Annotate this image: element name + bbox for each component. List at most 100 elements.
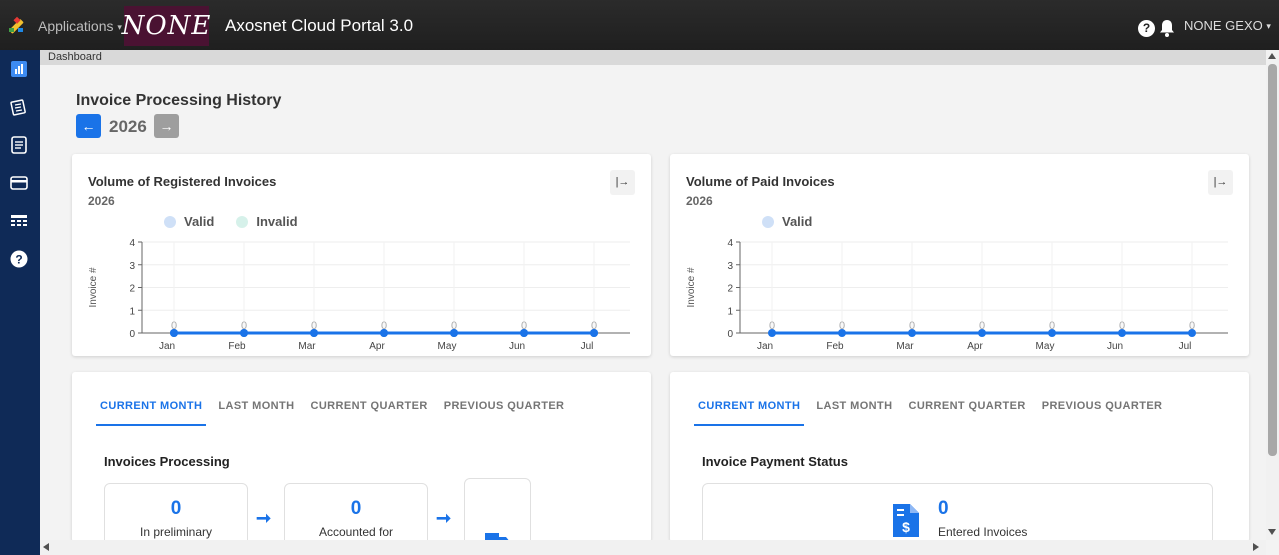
section-title: Invoices Processing xyxy=(104,454,230,469)
x-tick-label: Jan xyxy=(159,341,175,352)
invoices-processing-card: CURRENT MONTH LAST MONTH CURRENT QUARTER… xyxy=(72,372,651,542)
y-tick-label: 1 xyxy=(129,306,135,317)
data-label: 0 xyxy=(909,320,915,332)
paid-chart-svg: 0 1 2 3 4 Jan Feb Mar Apr May Jun Jul Invoice # 0 0 0 0 0… xyxy=(686,238,1228,352)
year-label: 2026 xyxy=(109,117,147,136)
next-year-button[interactable]: → xyxy=(154,114,179,138)
y-tick-label: 0 xyxy=(129,329,135,340)
next-step-stat-box[interactable] xyxy=(464,478,531,542)
portal-title: Axosnet Cloud Portal 3.0 xyxy=(225,16,414,35)
help-icon[interactable]: ? xyxy=(1138,20,1155,37)
x-tick-label: May xyxy=(438,341,457,352)
y-tick-label: 3 xyxy=(129,261,135,272)
data-label: 0 xyxy=(521,320,527,332)
stat-value: 0 xyxy=(170,498,182,519)
entered-invoices-label: Entered Invoices xyxy=(938,525,1028,539)
period-tabs: CURRENT MONTH LAST MONTH CURRENT QUARTER… xyxy=(96,400,576,426)
dashboard-chart-icon[interactable] xyxy=(10,60,28,78)
scroll-up-icon[interactable] xyxy=(1268,53,1276,59)
x-tick-label: Jul xyxy=(581,341,594,352)
data-label: 0 xyxy=(1049,320,1055,332)
registered-chart-svg: 0 1 2 3 4 Jan Feb Mar Apr May Jun Jul Invoice # 0 0 0 0 0… xyxy=(88,238,630,352)
vertical-scrollbar[interactable] xyxy=(1266,50,1279,540)
payment-status-card: CURRENT MONTH LAST MONTH CURRENT QUARTER… xyxy=(670,372,1249,542)
section-title: Invoice Payment Status xyxy=(702,454,848,469)
data-label: 0 xyxy=(769,320,775,332)
user-name: NONE GEXO xyxy=(1184,18,1263,33)
y-axis-label: Invoice # xyxy=(686,267,697,307)
data-label: 0 xyxy=(979,320,985,332)
tab-previous-quarter[interactable]: PREVIOUS QUARTER xyxy=(1038,400,1167,426)
tab-current-month[interactable]: CURRENT MONTH xyxy=(694,400,805,426)
preliminary-stat-box[interactable]: 0 In preliminary xyxy=(104,483,248,542)
x-tick-label: Mar xyxy=(896,341,914,352)
caret-down-icon: ▾ xyxy=(1266,21,1271,32)
svg-text:$: $ xyxy=(902,519,910,535)
data-label: 0 xyxy=(171,320,177,332)
data-label: 0 xyxy=(1119,320,1125,332)
tab-previous-quarter[interactable]: PREVIOUS QUARTER xyxy=(440,400,569,426)
registered-invoices-card: Volume of Registered Invoices 2026 |→ Va… xyxy=(72,154,651,356)
x-tick-label: Apr xyxy=(369,341,385,352)
stat-label: In preliminary xyxy=(139,525,213,539)
accounted-stat-box[interactable]: 0 Accounted for xyxy=(284,483,428,542)
y-axis-label: Invoice # xyxy=(88,267,99,307)
data-label: 0 xyxy=(451,320,457,332)
help-icon[interactable]: ? xyxy=(10,250,28,268)
invoice-dollar-icon: $ xyxy=(893,504,919,537)
x-tick-label: Apr xyxy=(967,341,983,352)
data-label: 0 xyxy=(1189,320,1195,332)
notification-bell-icon[interactable] xyxy=(1159,19,1175,37)
x-tick-label: Jul xyxy=(1179,341,1192,352)
scrollbar-thumb[interactable] xyxy=(1268,64,1277,456)
x-tick-label: Feb xyxy=(228,341,246,352)
tab-current-month[interactable]: CURRENT MONTH xyxy=(96,400,207,426)
entered-invoices-value: 0 xyxy=(938,498,949,519)
document-list-icon[interactable] xyxy=(10,136,28,154)
invoice-edit-icon[interactable] xyxy=(10,98,28,116)
horizontal-scrollbar[interactable] xyxy=(40,540,1266,555)
x-tick-label: Jun xyxy=(1107,341,1123,352)
previous-year-button[interactable]: ← xyxy=(76,114,101,138)
brand-text: NONE xyxy=(121,11,212,41)
period-tabs: CURRENT MONTH LAST MONTH CURRENT QUARTER… xyxy=(694,400,1174,426)
tab-current-quarter[interactable]: CURRENT QUARTER xyxy=(904,400,1029,426)
y-tick-label: 1 xyxy=(727,306,733,317)
data-label: 0 xyxy=(839,320,845,332)
x-tick-label: Mar xyxy=(298,341,316,352)
data-label: 0 xyxy=(591,320,597,332)
data-label: 0 xyxy=(241,320,247,332)
x-tick-label: May xyxy=(1036,341,1055,352)
applications-menu[interactable]: Applications ▾ xyxy=(38,18,122,34)
credit-card-icon[interactable] xyxy=(10,174,28,192)
x-tick-label: Feb xyxy=(826,341,844,352)
y-tick-label: 4 xyxy=(727,238,733,249)
x-tick-label: Jun xyxy=(509,341,525,352)
arrow-right-icon: ➞ xyxy=(256,508,272,528)
svg-text:?: ? xyxy=(15,253,22,267)
y-tick-label: 4 xyxy=(129,238,135,249)
scroll-down-icon[interactable] xyxy=(1268,529,1276,535)
top-navbar: Applications ▾ NONE Axosnet Cloud Portal… xyxy=(0,0,1279,50)
brand-logo: NONE xyxy=(121,6,212,46)
user-menu[interactable]: NONE GEXO ▾ xyxy=(1184,18,1271,33)
page-title: Invoice Processing History xyxy=(76,92,282,109)
stat-label: Accounted for xyxy=(318,525,394,539)
scroll-left-icon[interactable] xyxy=(43,543,49,551)
data-label: 0 xyxy=(381,320,387,332)
arrow-right-icon: ➞ xyxy=(436,508,452,528)
table-report-icon[interactable] xyxy=(10,212,28,230)
breadcrumb: Dashboard xyxy=(40,50,1266,65)
tab-last-month[interactable]: LAST MONTH xyxy=(812,400,896,426)
tab-current-quarter[interactable]: CURRENT QUARTER xyxy=(306,400,431,426)
app-logo-icon[interactable] xyxy=(6,16,26,36)
scroll-right-icon[interactable] xyxy=(1253,543,1259,551)
y-tick-label: 2 xyxy=(727,284,733,295)
x-tick-label: Jan xyxy=(757,341,773,352)
tab-last-month[interactable]: LAST MONTH xyxy=(214,400,298,426)
y-tick-label: 3 xyxy=(727,261,733,272)
y-tick-label: 0 xyxy=(727,329,733,340)
entered-invoices-box[interactable]: $ 0 Entered Invoices xyxy=(702,483,1213,542)
y-tick-label: 2 xyxy=(129,284,135,295)
applications-label: Applications xyxy=(38,18,114,34)
